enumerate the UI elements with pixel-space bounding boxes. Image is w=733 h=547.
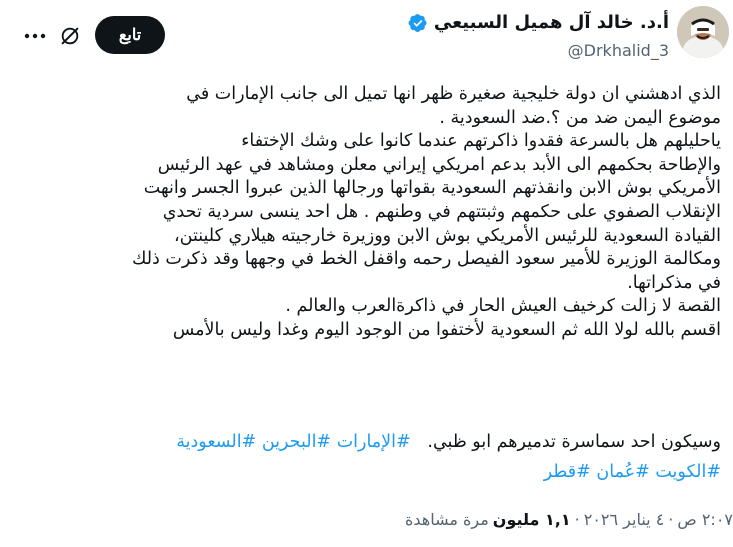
- tweet-text: الذي ادهشني ان دولة خليجية صغيرة ظهر انه…: [61, 83, 721, 343]
- grok-icon-svg: [61, 27, 79, 45]
- verified-badge-icon: [408, 13, 427, 32]
- tweet-text-line: والإطاحة بحكمهم الى الأبد بدعم امريكي إي…: [157, 154, 721, 175]
- hashtag-link[interactable]: #الإمارات: [337, 432, 411, 452]
- hashtags-row: وسيكون احد سماسرة تدميرهم ابو ظبي. #الإم…: [61, 431, 721, 455]
- hashtag-link[interactable]: #الكويت: [655, 462, 721, 482]
- meta-separator: ·: [668, 510, 674, 529]
- tweet-text-line: موضوع اليمن ضد من ؟.ضد السعودية .: [439, 107, 721, 128]
- hashtag-link[interactable]: #عُمان: [596, 462, 649, 482]
- meta-separator: ·: [574, 510, 580, 529]
- more-dots-icon-svg: [24, 33, 46, 39]
- tweet-text-line: الأمريكي بوش الابن وانقذتهم السعودية بقو…: [143, 178, 721, 199]
- tweet: أ.د. خالد آل هميل السبيعي @Drkhalid_3 تا…: [0, 0, 733, 547]
- hashtag-link[interactable]: #السعودية: [176, 432, 256, 452]
- more-dots-icon[interactable]: [22, 24, 48, 48]
- tweet-time[interactable]: ٢:٠٧ ص: [677, 510, 733, 529]
- tweet-text-line: في مذكراتها.: [627, 272, 721, 293]
- views-count: ١,١ مليون: [492, 510, 571, 529]
- tweet-text-line: القصة لا زالت كرخيف العيش الحار في ذاكرة…: [285, 296, 721, 317]
- tweet-text-line: الإنقلاب الصفوي على حكمهم وثبتتهم في وطن…: [162, 201, 721, 222]
- views-label: مرة مشاهدة: [404, 510, 489, 529]
- tweet-text-line: القيادة السعودية للرئيس الأمريكي بوش الا…: [173, 225, 721, 246]
- hashtags-row: #الكويت #عُمان #قطر: [61, 461, 721, 485]
- tweet-date[interactable]: ٤ يناير ٢٠٢٦: [584, 510, 665, 529]
- author-handle[interactable]: @Drkhalid_3: [568, 41, 669, 60]
- author-display-name[interactable]: أ.د. خالد آل هميل السبيعي: [434, 12, 669, 33]
- tweet-text-line: اقسم بالله لولا الله ثم السعودية لأختفوا…: [172, 319, 721, 340]
- tweet-meta: ٢:٠٧ ص · ٤ يناير ٢٠٢٦ · ١,١ مليون مرة مش…: [405, 510, 733, 529]
- follow-button[interactable]: تابع: [95, 16, 165, 54]
- tweet-text-line: ومكالمة الوزيرة للأمير سعود الفيصل رحمه …: [131, 249, 721, 270]
- grok-icon[interactable]: [56, 22, 84, 50]
- avatar-image: [677, 6, 729, 58]
- tweet-text-line: الذي ادهشني ان دولة خليجية صغيرة ظهر انه…: [186, 84, 721, 104]
- author-name-row[interactable]: أ.د. خالد آل هميل السبيعي: [408, 12, 669, 33]
- avatar[interactable]: [677, 6, 729, 58]
- tweet-text-line: ياحليلهم هل بالسرعة فقدوا ذاكرتهم عندما …: [241, 131, 721, 152]
- tweet-text-line: وسيكون احد سماسرة تدميرهم ابو ظبي.: [427, 432, 721, 452]
- hashtag-link[interactable]: #البحرين: [262, 432, 331, 452]
- hashtag-link[interactable]: #قطر: [544, 462, 591, 482]
